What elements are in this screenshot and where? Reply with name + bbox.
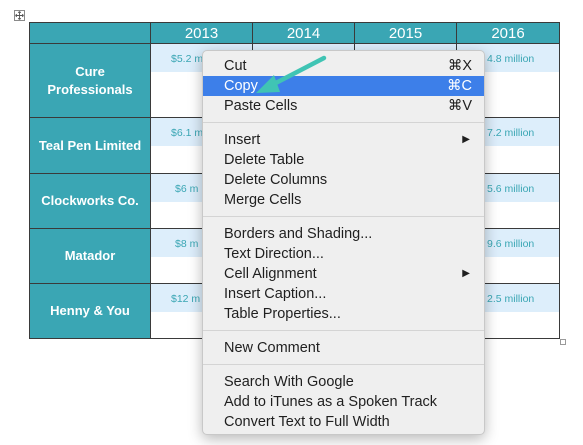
table-header-row: 2013 2014 2015 2016	[29, 22, 560, 44]
year-header-2015[interactable]: 2015	[354, 22, 457, 44]
menu-item-label: Merge Cells	[224, 192, 302, 208]
menu-item-delete-table[interactable]: Delete Table	[203, 150, 484, 170]
table-corner-cell[interactable]	[29, 22, 151, 44]
menu-item-label: Delete Columns	[224, 172, 328, 188]
menu-item-convert-full-width[interactable]: Convert Text to Full Width	[203, 412, 484, 432]
menu-item-search-google[interactable]: Search With Google	[203, 372, 484, 392]
menu-item-label: Text Direction...	[224, 246, 324, 262]
menu-item-label: Borders and Shading...	[224, 226, 373, 242]
menu-item-label: Paste Cells	[224, 98, 298, 114]
menu-item-label: Cut	[224, 58, 247, 74]
shortcut-text: ⌘X	[447, 58, 472, 74]
menu-separator	[203, 364, 484, 365]
menu-item-label: Insert	[224, 132, 261, 148]
year-header-2013[interactable]: 2013	[150, 22, 253, 44]
menu-item-copy[interactable]: Copy ⌘C	[203, 76, 484, 96]
menu-item-cell-alignment[interactable]: Cell Alignment ▶	[203, 264, 484, 284]
year-header-2014[interactable]: 2014	[252, 22, 355, 44]
menu-item-delete-columns[interactable]: Delete Columns	[203, 170, 484, 190]
company-cell[interactable]: Cure Professionals	[29, 43, 151, 118]
company-cell[interactable]: Clockworks Co.	[29, 173, 151, 229]
menu-item-insert-caption[interactable]: Insert Caption...	[203, 284, 484, 304]
menu-item-label: Delete Table	[224, 152, 305, 168]
menu-item-label: Add to iTunes as a Spoken Track	[224, 394, 438, 410]
table-resize-handle[interactable]	[560, 339, 566, 345]
menu-item-paste-cells[interactable]: Paste Cells ⌘V	[203, 96, 484, 116]
menu-item-label: Search With Google	[224, 374, 354, 390]
company-cell[interactable]: Henny & You	[29, 283, 151, 339]
menu-item-label: Convert Text to Full Width	[224, 414, 390, 430]
menu-item-table-properties[interactable]: Table Properties...	[203, 304, 484, 324]
menu-separator	[203, 122, 484, 123]
menu-separator	[203, 330, 484, 331]
menu-item-label: New Comment	[224, 340, 320, 356]
shortcut-text: ⌘V	[447, 98, 472, 114]
menu-item-borders-shading[interactable]: Borders and Shading...	[203, 224, 484, 244]
menu-item-text-direction[interactable]: Text Direction...	[203, 244, 484, 264]
menu-item-cut[interactable]: Cut ⌘X	[203, 56, 484, 76]
menu-item-new-comment[interactable]: New Comment	[203, 338, 484, 358]
company-cell[interactable]: Matador	[29, 228, 151, 284]
menu-item-merge-cells[interactable]: Merge Cells	[203, 190, 484, 210]
annotation-arrow-icon	[256, 55, 327, 93]
menu-separator	[203, 216, 484, 217]
table-move-handle[interactable]	[14, 10, 25, 21]
menu-item-label: Cell Alignment	[224, 266, 317, 282]
shortcut-text: ⌘C	[447, 78, 472, 94]
menu-item-label: Table Properties...	[224, 306, 341, 322]
submenu-arrow-icon: ▶	[462, 134, 470, 145]
submenu-arrow-icon: ▶	[462, 268, 470, 279]
move-icon	[15, 11, 24, 20]
context-menu: Cut ⌘X Copy ⌘C Paste Cells ⌘V Insert ▶ D…	[202, 50, 485, 435]
year-header-2016[interactable]: 2016	[456, 22, 560, 44]
menu-item-label: Insert Caption...	[224, 286, 327, 302]
company-cell[interactable]: Teal Pen Limited	[29, 117, 151, 174]
menu-item-add-itunes[interactable]: Add to iTunes as a Spoken Track	[203, 392, 484, 412]
menu-item-insert[interactable]: Insert ▶	[203, 130, 484, 150]
